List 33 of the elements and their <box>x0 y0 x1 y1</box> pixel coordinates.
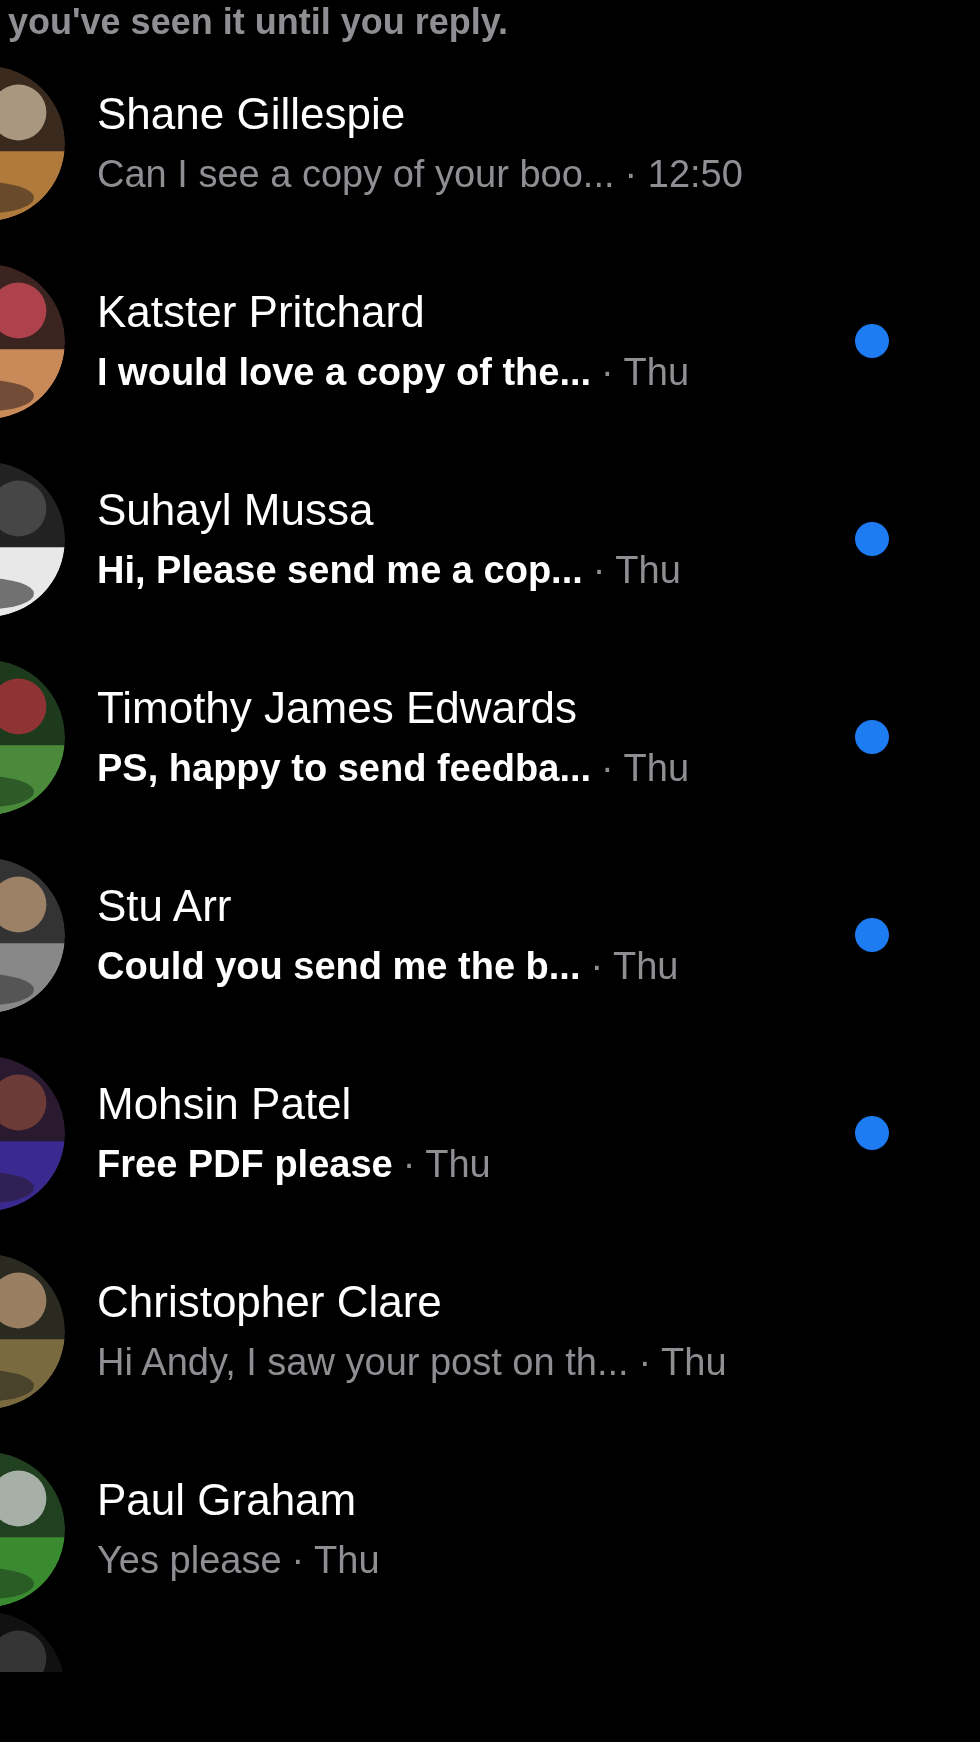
message-preview: Hi Andy, I saw your post on th... <box>97 1341 629 1386</box>
message-time: · Thu <box>601 351 690 396</box>
conversation-row[interactable]: Christopher Clare Hi Andy, I saw your post on th... · Thu <box>0 1232 980 1430</box>
info-text: you've seen it until you reply. <box>8 1 508 43</box>
message-time: · Thu <box>601 747 690 792</box>
message-preview: Yes please <box>97 1539 282 1584</box>
conversation-row[interactable]: Stu Arr Could you send me the b... · Thu <box>0 836 980 1034</box>
message-preview: Free PDF please <box>97 1143 393 1188</box>
contact-name: Katster Pritchard <box>97 286 425 338</box>
message-time: · Thu <box>291 1539 380 1584</box>
contact-name: Timothy James Edwards <box>97 682 578 734</box>
conversation-row[interactable]: Mohsin Patel Free PDF please · Thu <box>0 1034 980 1232</box>
contact-name: Christopher Clare <box>97 1276 442 1328</box>
contact-name: Mohsin Patel <box>97 1078 352 1130</box>
message-preview: PS, happy to send feedba... <box>97 747 592 792</box>
conversation-row[interactable]: Paul Graham Yes please · Thu <box>0 1430 980 1628</box>
contact-name: Suhayl Mussa <box>97 484 374 536</box>
message-time: · Thu <box>590 945 679 990</box>
message-time: · 12:50 <box>624 153 743 198</box>
contact-name: Paul Graham <box>97 1474 357 1526</box>
message-preview: Could you send me the b... <box>97 945 581 990</box>
message-preview: Hi, Please send me a cop... <box>97 549 583 594</box>
conversation-row[interactable]: Katster Pritchard I would love a copy of the... · Thu <box>0 242 980 440</box>
contact-name: Shane Gillespie <box>97 88 406 140</box>
message-time: · Thu <box>592 549 681 594</box>
message-preview: Can I see a copy of your boo... <box>97 153 615 198</box>
contact-name: Stu Arr <box>97 880 232 932</box>
message-time: · Thu <box>402 1143 491 1188</box>
message-time: · Thu <box>638 1341 727 1386</box>
conversation-row[interactable]: Timothy James Edwards PS, happy to send feedba... · Thu <box>0 638 980 836</box>
message-preview: I would love a copy of the... <box>97 351 592 396</box>
conversation-row[interactable]: Shane Gillespie Can I see a copy of your boo... · 12:50 <box>0 44 980 242</box>
conversation-row[interactable]: Suhayl Mussa Hi, Please send me a cop... · Thu <box>0 440 980 638</box>
